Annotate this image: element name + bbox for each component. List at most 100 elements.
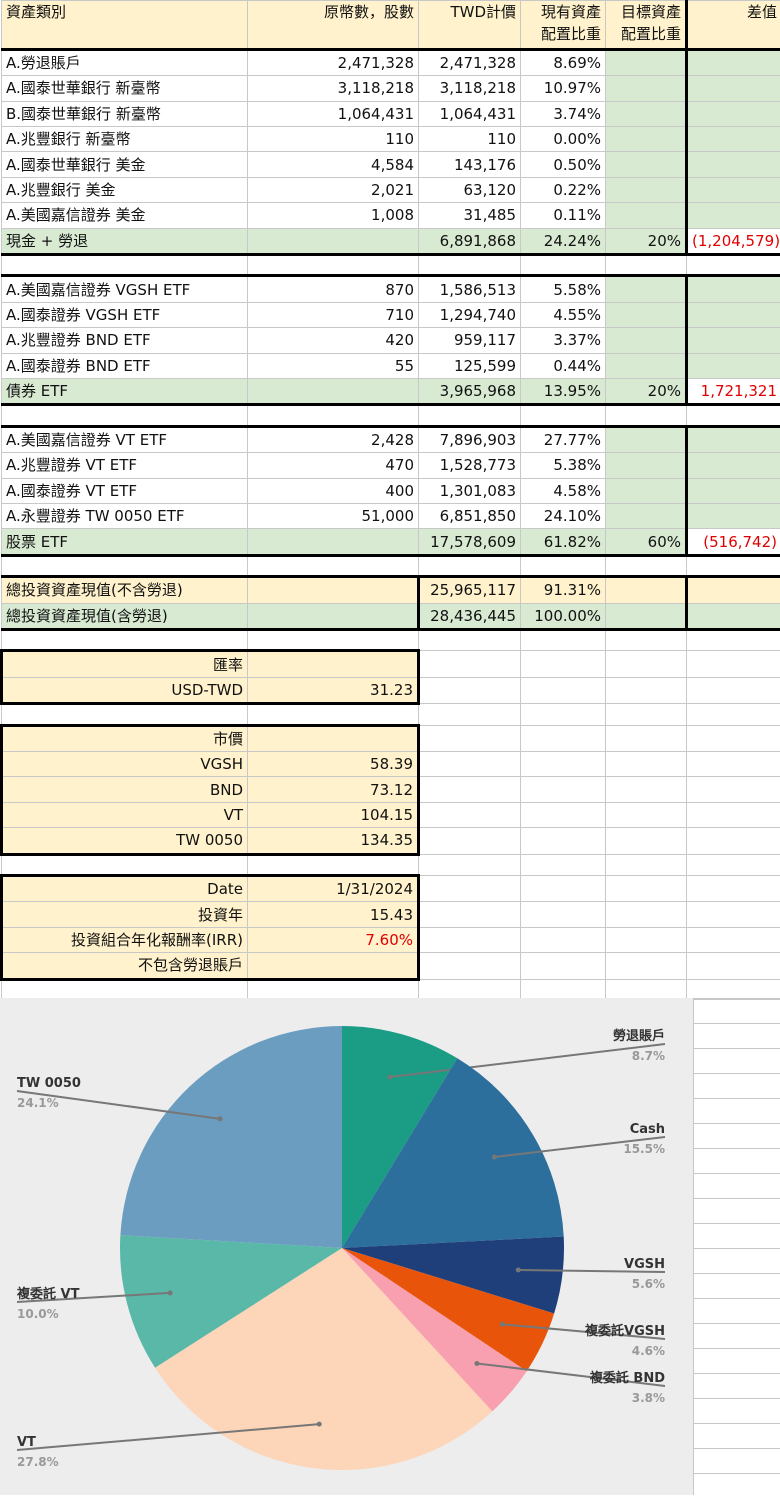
- empty-cell[interactable]: [606, 725, 687, 751]
- twd-value-cell[interactable]: 959,117: [419, 328, 521, 353]
- asset-name-cell[interactable]: A.兆豐證券 VT ETF: [2, 453, 248, 478]
- empty-cell[interactable]: [419, 651, 521, 677]
- current-weight-cell[interactable]: 4.58%: [521, 478, 606, 503]
- empty-cell[interactable]: [419, 255, 521, 276]
- empty-cell[interactable]: [606, 875, 687, 901]
- empty-cell[interactable]: [419, 902, 521, 927]
- current-weight-cell[interactable]: 27.77%: [521, 426, 606, 452]
- price-value[interactable]: 73.12: [248, 777, 419, 802]
- asset-name-cell[interactable]: A.美國嘉信證券 VT ETF: [2, 426, 248, 452]
- total-weight[interactable]: 100.00%: [521, 603, 606, 629]
- empty-cell[interactable]: [687, 828, 780, 854]
- empty-cell[interactable]: [687, 802, 780, 827]
- target-weight-cell[interactable]: [606, 49, 687, 75]
- empty-cell[interactable]: [521, 405, 606, 426]
- quantity-cell[interactable]: 3,118,218: [248, 76, 419, 101]
- quantity-cell[interactable]: 400: [248, 478, 419, 503]
- current-weight-cell[interactable]: 5.58%: [521, 276, 606, 302]
- diff-cell[interactable]: [687, 76, 780, 101]
- header-target-weight[interactable]: 目標資產配置比重: [606, 1, 687, 50]
- empty-cell[interactable]: [521, 751, 606, 776]
- empty-cell[interactable]: [606, 953, 687, 979]
- empty-cell[interactable]: [521, 255, 606, 276]
- asset-name-cell[interactable]: B.國泰世華銀行 新臺幣: [2, 101, 248, 126]
- quantity-cell[interactable]: 2,428: [248, 426, 419, 452]
- target-weight-cell[interactable]: [606, 328, 687, 353]
- empty-cell[interactable]: [521, 979, 606, 999]
- header-quantity[interactable]: 原幣數，股數: [248, 1, 419, 50]
- asset-name-cell[interactable]: A.國泰證券 VGSH ETF: [2, 302, 248, 327]
- total-diff[interactable]: [687, 603, 780, 629]
- empty-cell[interactable]: [521, 555, 606, 576]
- subtotal-twd[interactable]: 17,578,609: [419, 529, 521, 555]
- empty-cell[interactable]: [687, 555, 780, 576]
- quantity-cell[interactable]: 4,584: [248, 152, 419, 177]
- asset-name-cell[interactable]: A.國泰證券 VT ETF: [2, 478, 248, 503]
- current-weight-cell[interactable]: 0.22%: [521, 177, 606, 202]
- empty-cell[interactable]: [606, 927, 687, 952]
- empty-cell[interactable]: [687, 725, 780, 751]
- quantity-cell[interactable]: 51,000: [248, 504, 419, 529]
- quantity-cell[interactable]: 870: [248, 276, 419, 302]
- diff-cell[interactable]: [687, 478, 780, 503]
- empty-cell[interactable]: [606, 555, 687, 576]
- subtotal-label[interactable]: 股票 ETF: [2, 529, 248, 555]
- target-weight-cell[interactable]: [606, 302, 687, 327]
- empty-cell[interactable]: [2, 979, 248, 999]
- twd-value-cell[interactable]: 1,586,513: [419, 276, 521, 302]
- subtotal-label[interactable]: 債券 ETF: [2, 379, 248, 405]
- empty-cell[interactable]: [521, 854, 606, 875]
- asset-name-cell[interactable]: A.美國嘉信證券 VGSH ETF: [2, 276, 248, 302]
- subtotal-twd[interactable]: 3,965,968: [419, 379, 521, 405]
- twd-value-cell[interactable]: 143,176: [419, 152, 521, 177]
- twd-value-cell[interactable]: 7,896,903: [419, 426, 521, 452]
- diff-cell[interactable]: [687, 49, 780, 75]
- empty-cell[interactable]: [606, 979, 687, 999]
- empty-cell[interactable]: [419, 555, 521, 576]
- empty-cell[interactable]: [521, 902, 606, 927]
- header-twd[interactable]: TWD計價: [419, 1, 521, 50]
- fx-label[interactable]: 匯率: [2, 651, 248, 677]
- current-weight-cell[interactable]: 3.74%: [521, 101, 606, 126]
- subtotal-label[interactable]: 現金 + 勞退: [2, 228, 248, 254]
- twd-value-cell[interactable]: 1,064,431: [419, 101, 521, 126]
- pie-slice[interactable]: [120, 1026, 342, 1248]
- empty-cell[interactable]: [521, 651, 606, 677]
- quantity-cell[interactable]: 470: [248, 453, 419, 478]
- empty-cell[interactable]: [687, 875, 780, 901]
- price-value[interactable]: 104.15: [248, 802, 419, 827]
- empty-cell[interactable]: [419, 875, 521, 901]
- price-value[interactable]: [248, 725, 419, 751]
- empty-cell[interactable]: [419, 979, 521, 999]
- empty-cell[interactable]: [521, 777, 606, 802]
- subtotal-weight[interactable]: 24.24%: [521, 228, 606, 254]
- total-target[interactable]: [606, 577, 687, 603]
- empty-cell[interactable]: [2, 255, 248, 276]
- empty-cell[interactable]: [2, 630, 248, 651]
- empty-cell[interactable]: [521, 875, 606, 901]
- diff-cell[interactable]: [687, 276, 780, 302]
- target-weight-cell[interactable]: [606, 76, 687, 101]
- empty-cell[interactable]: [248, 555, 419, 576]
- empty-cell[interactable]: [419, 751, 521, 776]
- empty-cell[interactable]: [248, 405, 419, 426]
- target-weight-cell[interactable]: [606, 353, 687, 378]
- diff-cell[interactable]: [687, 328, 780, 353]
- current-weight-cell[interactable]: 0.00%: [521, 127, 606, 152]
- header-diff[interactable]: 差值: [687, 1, 780, 50]
- subtotal-weight[interactable]: 61.82%: [521, 529, 606, 555]
- asset-name-cell[interactable]: A.美國嘉信證券 美金: [2, 203, 248, 228]
- asset-name-cell[interactable]: A.兆豐銀行 新臺幣: [2, 127, 248, 152]
- current-weight-cell[interactable]: 0.44%: [521, 353, 606, 378]
- asset-name-cell[interactable]: A.兆豐銀行 美金: [2, 177, 248, 202]
- empty-cell[interactable]: [606, 802, 687, 827]
- quantity-cell[interactable]: 1,064,431: [248, 101, 419, 126]
- empty-cell[interactable]: [687, 979, 780, 999]
- total-diff[interactable]: [687, 577, 780, 603]
- empty-cell[interactable]: [419, 725, 521, 751]
- empty-cell[interactable]: [521, 704, 606, 725]
- subtotal-diff[interactable]: (516,742): [687, 529, 780, 555]
- empty-cell[interactable]: [606, 777, 687, 802]
- total-target[interactable]: [606, 603, 687, 629]
- current-weight-cell[interactable]: 3.37%: [521, 328, 606, 353]
